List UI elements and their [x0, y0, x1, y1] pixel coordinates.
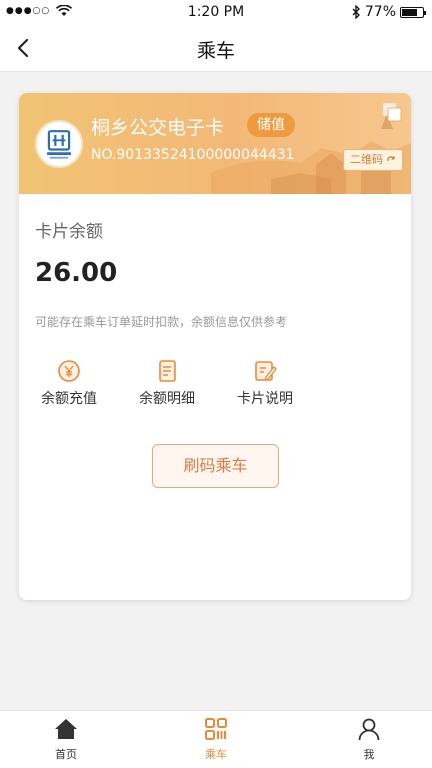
card-title: 桐乡公交电子卡	[91, 117, 225, 139]
qr-code-button[interactable]: 二维码	[343, 149, 403, 171]
bluetooth-icon	[352, 5, 360, 19]
battery-level	[402, 8, 418, 16]
tab-ride-label: 乘车	[205, 748, 227, 761]
card-type-badge: 储值	[247, 113, 295, 137]
bus-card: 桐乡公交电子卡 储值 NO.90133524100000044431 二维码 卡…	[19, 93, 411, 600]
tab-me-label: 我	[363, 748, 375, 761]
battery-icon	[400, 6, 426, 18]
nav-bar: 乘车	[0, 24, 432, 72]
recharge-label: 余额充值	[41, 391, 97, 407]
card-info-action[interactable]: 卡片说明	[225, 358, 305, 408]
tab-home-label: 首页	[55, 748, 77, 761]
tab-me[interactable]: 我	[339, 716, 399, 762]
card-number: NO.90133524100000044431	[91, 147, 295, 163]
balance-value: 26.00	[35, 258, 118, 288]
bus-company-logo	[35, 120, 83, 168]
card-header: 桐乡公交电子卡 储值 NO.90133524100000044431 二维码	[19, 93, 411, 194]
card-info-icon	[255, 361, 277, 381]
status-bar: ●●●○○ 1:20 PM 77%	[0, 0, 432, 24]
details-icon	[159, 360, 176, 382]
balance-label: 卡片余额	[35, 222, 103, 242]
recharge-icon	[58, 360, 80, 382]
card-info-label: 卡片说明	[237, 391, 293, 407]
user-icon	[358, 718, 380, 741]
recharge-action[interactable]: 余额充值	[29, 358, 109, 408]
details-label: 余额明细	[139, 391, 195, 407]
details-action[interactable]: 余额明细	[127, 358, 207, 408]
scan-to-ride-button[interactable]: 刷码乘车	[152, 444, 279, 488]
tab-ride[interactable]: 乘车	[186, 716, 246, 762]
home-icon	[55, 719, 77, 739]
ride-icon	[205, 718, 227, 740]
qr-code-label: 二维码	[350, 153, 383, 166]
copy-icon[interactable]	[381, 101, 403, 123]
refresh-icon	[387, 156, 395, 162]
battery-percent: 77%	[364, 4, 396, 20]
tab-home[interactable]: 首页	[36, 716, 96, 762]
balance-note: 可能存在乘车订单延时扣款，余额信息仅供参考	[35, 315, 288, 329]
page-title: 乘车	[196, 40, 235, 62]
tab-bar: 首页 乘车 我	[0, 710, 432, 768]
